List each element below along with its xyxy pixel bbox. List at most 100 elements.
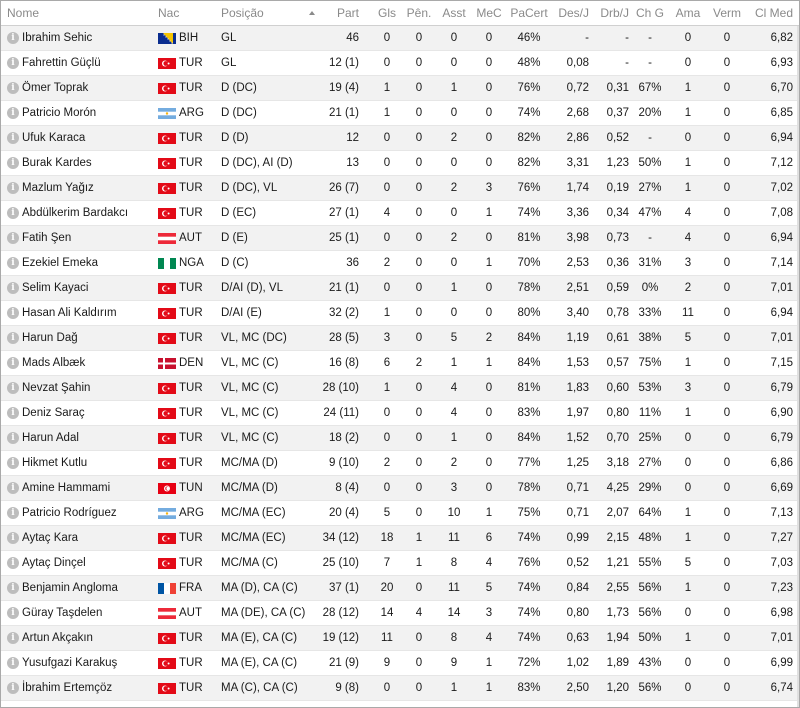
player-name[interactable]: Volodymyr Slobodyan — [22, 701, 154, 707]
table-row[interactable]: Hasan Ali Kaldırım TUR D/AI (E) 32 (2) 1 0 0 0 8… — [1, 301, 799, 326]
table-row[interactable]: Yusufgazi Karakuş TUR MA (E), CA (C) 21 (9)… — [1, 651, 799, 676]
table-row[interactable]: İbrahim Ertemçöz TUR MA (C), CA (C) 9 (8) 0 0… — [1, 676, 799, 701]
table-row[interactable]: Güray Taşdelen AUT MA (DE), CA (C) 28 (12) 1… — [1, 601, 799, 626]
player-name[interactable]: Hikmet Kutlu — [22, 451, 154, 475]
info-icon[interactable] — [7, 82, 19, 94]
player-name[interactable]: Artun Akçakın — [22, 626, 154, 650]
col-header-penalties[interactable]: Pên. — [403, 1, 435, 25]
info-icon[interactable] — [7, 532, 19, 544]
table-row[interactable]: Fatih Şen AUT D (E) 25 (1) 0 0 2 0 81% 3,98 0,73 - 4… — [1, 226, 799, 251]
player-name[interactable]: Fatih Şen — [22, 226, 154, 250]
col-header-position[interactable]: Posição — [221, 1, 301, 25]
player-name[interactable]: Aytaç Dinçel — [22, 551, 154, 575]
player-name[interactable]: Ibrahim Sehic — [22, 26, 154, 50]
player-name[interactable]: Güray Taşdelen — [22, 601, 154, 625]
info-icon[interactable] — [7, 507, 19, 519]
player-name[interactable]: Harun Adal — [22, 426, 154, 450]
table-row[interactable]: Abdülkerim Bardakcı TUR D (EC) 27 (1) 4 0 0 1 74… — [1, 201, 799, 226]
info-icon[interactable] — [7, 282, 19, 294]
info-icon[interactable] — [7, 357, 19, 369]
table-row[interactable]: Harun Adal TUR VL, MC (C) 18 (2) 0 0 1 0 84% 1,52… — [1, 426, 799, 451]
info-icon[interactable] — [7, 32, 19, 44]
info-icon[interactable] — [7, 157, 19, 169]
info-icon[interactable] — [7, 132, 19, 144]
col-header-dribbles-per-game[interactable]: Drb/J — [591, 1, 629, 25]
info-icon[interactable] — [7, 657, 19, 669]
info-icon[interactable] — [7, 182, 19, 194]
table-row[interactable]: Patricio Rodríguez ARG MC/MA (EC) 20 (4) 5 0 1… — [1, 501, 799, 526]
table-row[interactable]: Mazlum Yağız TUR D (DC), VL 26 (7) 0 0 2 3 76% 1,… — [1, 176, 799, 201]
table-row[interactable]: Nevzat Şahin TUR VL, MC (C) 28 (10) 1 0 4 0 81% 1… — [1, 376, 799, 401]
player-name[interactable]: Abdülkerim Bardakcı — [22, 201, 154, 225]
player-name[interactable]: Ömer Toprak — [22, 76, 154, 100]
player-name[interactable]: Aytaç Kara — [22, 526, 154, 550]
col-header-red-cards[interactable]: Verm — [708, 1, 746, 25]
table-row[interactable]: Burak Kardes TUR D (DC), AI (D) 13 0 0 0 0 82% 3,… — [1, 151, 799, 176]
player-name[interactable]: Fahrettin Güçlü — [22, 51, 154, 75]
info-icon[interactable] — [7, 607, 19, 619]
player-name[interactable]: Mads Albæk — [22, 351, 154, 375]
player-name[interactable]: Deniz Saraç — [22, 401, 154, 425]
player-name[interactable]: Nevzat Şahin — [22, 376, 154, 400]
table-row[interactable]: Hikmet Kutlu TUR MC/MA (D) 9 (10) 2 0 2 0 77% 1,2… — [1, 451, 799, 476]
info-icon[interactable] — [7, 307, 19, 319]
table-row[interactable]: Selim Kayaci TUR D/AI (D), VL 21 (1) 0 0 1 0 78%… — [1, 276, 799, 301]
table-row[interactable]: Patricio Morón ARG D (DC) 21 (1) 1 0 0 0 74% 2,68… — [1, 101, 799, 126]
table-row[interactable]: Volodymyr Slobodyan UKRMA (C), CA (C)24 (… — [1, 701, 799, 707]
col-header-appearances[interactable]: Part — [319, 1, 359, 25]
player-name[interactable]: Hasan Ali Kaldırım — [22, 301, 154, 325]
info-icon[interactable] — [7, 257, 19, 269]
table-row[interactable]: Mads Albæk DEN VL, MC (C) 16 (8) 6 2 1 1 84% 1,53… — [1, 351, 799, 376]
player-name[interactable]: Patricio Morón — [22, 101, 154, 125]
col-header-average-rating[interactable]: Cl Med — [747, 1, 793, 25]
player-name[interactable]: Benjamin Angloma — [22, 576, 154, 600]
table-row[interactable]: Benjamin Angloma FRA MA (D), CA (C) 37 (1) 2… — [1, 576, 799, 601]
table-row[interactable]: Ufuk Karaca TUR D (D) 12 0 0 2 0 82% 2,86 0,52 - 0 0 6… — [1, 126, 799, 151]
player-name[interactable]: Amine Hammami — [22, 476, 154, 500]
info-icon[interactable] — [7, 207, 19, 219]
info-icon[interactable] — [7, 382, 19, 394]
info-icon[interactable] — [7, 407, 19, 419]
player-name[interactable]: Ufuk Karaca — [22, 126, 154, 150]
player-name[interactable]: Harun Dağ — [22, 326, 154, 350]
info-icon[interactable] — [7, 457, 19, 469]
table-row[interactable]: Ömer Toprak TUR D (DC) 19 (4) 1 0 1 0 76% 0,72 0,3… — [1, 76, 799, 101]
info-icon[interactable] — [7, 57, 19, 69]
player-name[interactable]: Ezekiel Emeka — [22, 251, 154, 275]
table-row[interactable]: Amine Hammami TUN MC/MA (D) 8 (4) 0 0 3 0 78% 0,7… — [1, 476, 799, 501]
info-icon[interactable] — [7, 682, 19, 694]
col-header-pass-accuracy[interactable]: PaCert — [506, 1, 552, 25]
table-row[interactable]: Artun Akçakın TUR MA (E), CA (C) 19 (12) 11 0… — [1, 626, 799, 651]
player-name[interactable]: Burak Kardes — [22, 151, 154, 175]
info-icon[interactable] — [7, 557, 19, 569]
table-row[interactable]: Aytaç Dinçel TUR MC/MA (C) 25 (10) 7 1 8 4 76% 0,… — [1, 551, 799, 576]
info-icon[interactable] — [7, 232, 19, 244]
table-row[interactable]: Deniz Saraç TUR VL, MC (C) 24 (11) 0 0 4 0 83% 1,… — [1, 401, 799, 426]
player-name[interactable]: Mazlum Yağız — [22, 176, 154, 200]
info-icon[interactable] — [7, 632, 19, 644]
col-header-assists[interactable]: Asst — [438, 1, 470, 25]
col-header-mec[interactable]: MeC — [473, 1, 505, 25]
scrollbar[interactable] — [797, 26, 799, 707]
table-row[interactable]: Ibrahim Sehic BIH GL 46 0 0 0 0 46% - - - 0 0 6,82 — [1, 26, 799, 51]
player-name[interactable]: Selim Kayaci — [22, 276, 154, 300]
col-header-yellow-cards[interactable]: Ama — [673, 1, 703, 25]
player-name[interactable]: Yusufgazi Karakuş — [22, 651, 154, 675]
flag-icon — [158, 333, 176, 344]
info-icon[interactable] — [7, 332, 19, 344]
player-name[interactable]: İbrahim Ertemçöz — [22, 676, 154, 700]
col-header-shot-conversion[interactable]: Ch G — [633, 1, 667, 25]
table-row[interactable]: Ezekiel Emeka NGA D (C) 36 2 0 0 1 70% 2,53 0,36 31… — [1, 251, 799, 276]
col-header-name[interactable]: Nome — [7, 1, 127, 25]
table-row[interactable]: Harun Dağ TUR VL, MC (DC) 28 (5) 3 0 5 2 84% 1,19… — [1, 326, 799, 351]
info-icon[interactable] — [7, 482, 19, 494]
col-header-nation[interactable]: Nac — [158, 1, 208, 25]
table-row[interactable]: Aytaç KaraTURMC/MA (EC)34 (12)18111674%0… — [1, 526, 799, 551]
col-header-tackles-per-game[interactable]: Des/J — [549, 1, 589, 25]
player-name[interactable]: Patricio Rodríguez — [22, 501, 154, 525]
info-icon[interactable] — [7, 582, 19, 594]
col-header-goals[interactable]: Gls — [373, 1, 401, 25]
info-icon[interactable] — [7, 432, 19, 444]
table-row[interactable]: Fahrettin Güçlü TUR GL 12 (1) 0 0 0 0 48% 0,08 - - 0… — [1, 51, 799, 76]
info-icon[interactable] — [7, 107, 19, 119]
